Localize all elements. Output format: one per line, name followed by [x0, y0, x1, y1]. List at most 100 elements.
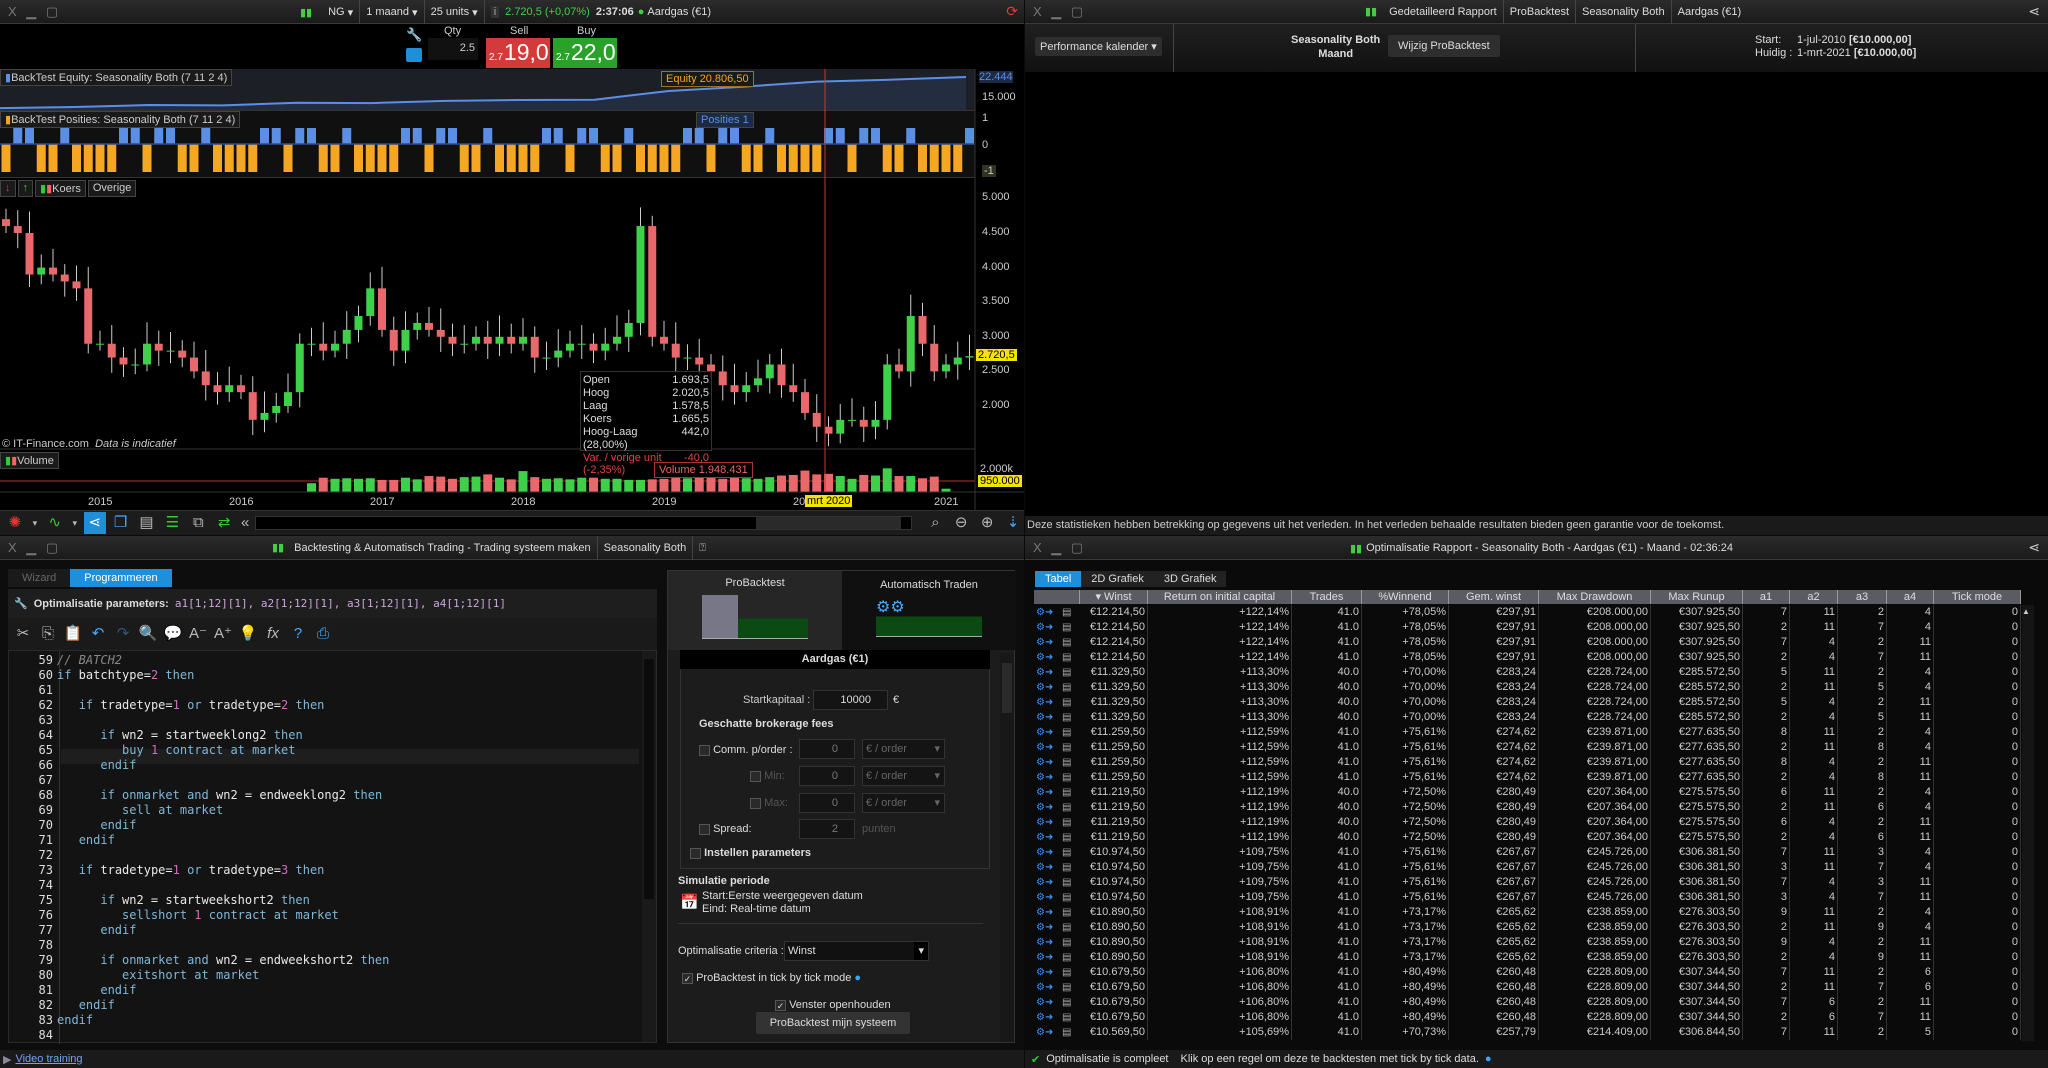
backtest-row-icon[interactable]: ⚙➜: [1036, 635, 1053, 650]
editor-title-tab[interactable]: Seasonality Both: [598, 536, 694, 560]
save-icon[interactable]: ▤: [1062, 665, 1071, 680]
save-icon[interactable]: ▤: [1062, 695, 1071, 710]
paste-icon[interactable]: 📋: [62, 623, 84, 645]
save-icon[interactable]: ▤: [1062, 890, 1071, 905]
save-icon[interactable]: ▤: [1062, 620, 1071, 635]
tab-tabel[interactable]: Tabel: [1035, 571, 1082, 587]
wave-indicator-icon[interactable]: ∿: [44, 512, 66, 534]
backtest-row-icon[interactable]: ⚙➜: [1036, 620, 1053, 635]
bar-layout-icon[interactable]: ☰: [161, 512, 183, 534]
table-column-header[interactable]: a3: [1838, 590, 1887, 604]
help-icon[interactable]: ⍰: [693, 536, 712, 560]
save-icon[interactable]: ▤: [1062, 800, 1071, 815]
save-icon[interactable]: ▤: [1062, 935, 1071, 950]
font-decrease-icon[interactable]: A⁻: [187, 623, 209, 645]
params-value[interactable]: a1[1;12][1], a2[1;12][1], a3[1;12][1], a…: [175, 597, 506, 610]
save-icon[interactable]: ▤: [1062, 650, 1071, 665]
zoom-in-icon[interactable]: ⊕: [976, 512, 998, 534]
keep-open-checkbox[interactable]: ✓: [775, 999, 786, 1011]
tick-mode-checkbox[interactable]: ✓: [682, 972, 693, 984]
max-unit-select[interactable]: € / order ▾: [862, 793, 945, 813]
font-increase-icon[interactable]: A⁺: [212, 623, 234, 645]
chart-scrollbar[interactable]: [255, 516, 913, 530]
backtest-row-icon[interactable]: ⚙➜: [1036, 800, 1053, 815]
capital-input[interactable]: 10000: [813, 690, 888, 710]
backtest-row-icon[interactable]: ⚙➜: [1036, 665, 1053, 680]
table-column-header[interactable]: a2: [1790, 590, 1838, 604]
table-column-header[interactable]: ▾ Winst: [1080, 590, 1148, 604]
view-select[interactable]: Performance kalender ▾: [1035, 37, 1162, 56]
backtest-row-icon[interactable]: ⚙➜: [1036, 815, 1053, 830]
backtest-row-icon[interactable]: ⚙➜: [1036, 650, 1053, 665]
save-icon[interactable]: ▤: [1062, 965, 1071, 980]
table-column-header[interactable]: a1: [1743, 590, 1790, 604]
tab-programmeren[interactable]: Programmeren: [70, 569, 172, 587]
copy-comment-icon[interactable]: ❐: [110, 512, 132, 534]
backtest-row-icon[interactable]: ⚙➜: [1036, 1010, 1053, 1025]
backtest-row-icon[interactable]: ⚙➜: [1036, 920, 1053, 935]
backtest-row-icon[interactable]: ⚙➜: [1036, 830, 1053, 845]
title-tab[interactable]: ProBacktest: [1504, 0, 1577, 24]
criteria-select[interactable]: Winst ▾: [784, 941, 929, 961]
save-icon[interactable]: ▤: [1062, 920, 1071, 935]
title-tab[interactable]: Gedetailleerd Rapport: [1383, 0, 1504, 24]
table-column-header[interactable]: Max Drawdown: [1539, 590, 1651, 604]
table-column-header[interactable]: Max Runup: [1651, 590, 1743, 604]
backtest-row-icon[interactable]: ⚙➜: [1036, 860, 1053, 875]
comm-checkbox[interactable]: [699, 744, 710, 756]
dropdown-icon[interactable]: ▾: [70, 512, 80, 534]
tab-automatisch-traden[interactable]: Automatisch Traden ⚙⚙: [842, 571, 1016, 650]
backtest-row-icon[interactable]: ⚙➜: [1036, 875, 1053, 890]
spread-checkbox[interactable]: [699, 823, 710, 835]
sell-arrow-toggle-icon[interactable]: ↓: [0, 180, 16, 197]
table-column-header[interactable]: %Winnend: [1362, 590, 1449, 604]
comm-input[interactable]: 0: [799, 739, 855, 759]
comm-unit-select[interactable]: € / order ▾: [862, 739, 945, 759]
backtest-row-icon[interactable]: ⚙➜: [1036, 965, 1053, 980]
zoom-fit-icon[interactable]: ⌕: [924, 512, 946, 534]
editor-scrollbar[interactable]: [642, 651, 656, 1042]
video-training-link[interactable]: Video training: [15, 1053, 82, 1065]
report-icon[interactable]: ▤: [136, 512, 158, 534]
save-icon[interactable]: ▤: [1062, 635, 1071, 650]
max-checkbox[interactable]: [750, 797, 761, 809]
backtest-row-icon[interactable]: ⚙➜: [1036, 890, 1053, 905]
tab-probacktest[interactable]: ProBacktest: [668, 571, 842, 650]
backtest-row-icon[interactable]: ⚙➜: [1036, 935, 1053, 950]
backtest-row-icon[interactable]: ⚙➜: [1036, 995, 1053, 1010]
backtest-row-icon[interactable]: ⚙➜: [1036, 770, 1053, 785]
edit-probacktest-button[interactable]: Wijzig ProBacktest: [1388, 35, 1500, 57]
backtest-row-icon[interactable]: ⚙➜: [1036, 905, 1053, 920]
info-bubble-icon[interactable]: ●: [1485, 1053, 1492, 1065]
search-icon[interactable]: 🔍: [137, 623, 159, 645]
function-icon[interactable]: fx: [262, 623, 284, 645]
window-controls[interactable]: X ▁ ▢: [1033, 540, 1086, 556]
tab-3d-grafiek[interactable]: 3D Grafiek: [1153, 571, 1227, 587]
save-icon[interactable]: ▤: [1062, 1025, 1071, 1040]
backtest-row-icon[interactable]: ⚙➜: [1036, 1025, 1053, 1040]
table-column-header[interactable]: Trades: [1292, 590, 1362, 604]
code-editor[interactable]: 59 // BATCH2 60 if batchtype=2 then 61 62 if …: [8, 650, 657, 1044]
copy-icon[interactable]: ⎘: [37, 623, 59, 645]
share-icon[interactable]: ⋖: [2028, 539, 2040, 556]
buy-arrow-toggle-icon[interactable]: ↑: [17, 180, 33, 197]
compare-icon[interactable]: ⇄: [213, 512, 235, 534]
save-icon[interactable]: ▤: [1062, 905, 1071, 920]
backtest-row-icon[interactable]: ⚙➜: [1036, 740, 1053, 755]
backtest-row-icon[interactable]: ⚙➜: [1036, 980, 1053, 995]
help-icon[interactable]: ?: [287, 623, 309, 645]
save-icon[interactable]: ▤: [1062, 755, 1071, 770]
backtest-row-icon[interactable]: ⚙➜: [1036, 725, 1053, 740]
save-icon[interactable]: ▤: [1062, 740, 1071, 755]
save-icon[interactable]: ▤: [1062, 875, 1071, 890]
comment-icon[interactable]: 💬: [162, 623, 184, 645]
params-checkbox[interactable]: [690, 847, 701, 859]
backtest-row-icon[interactable]: ⚙➜: [1036, 710, 1053, 725]
save-icon[interactable]: ▤: [1062, 815, 1071, 830]
save-icon[interactable]: ▤: [1062, 785, 1071, 800]
share-icon[interactable]: ⋖: [83, 512, 106, 534]
share-icon[interactable]: ⋖: [2028, 3, 2040, 20]
save-icon[interactable]: ▤: [1062, 845, 1071, 860]
table-column-header[interactable]: Gem. winst: [1449, 590, 1539, 604]
title-tab[interactable]: Seasonality Both: [1576, 0, 1672, 24]
